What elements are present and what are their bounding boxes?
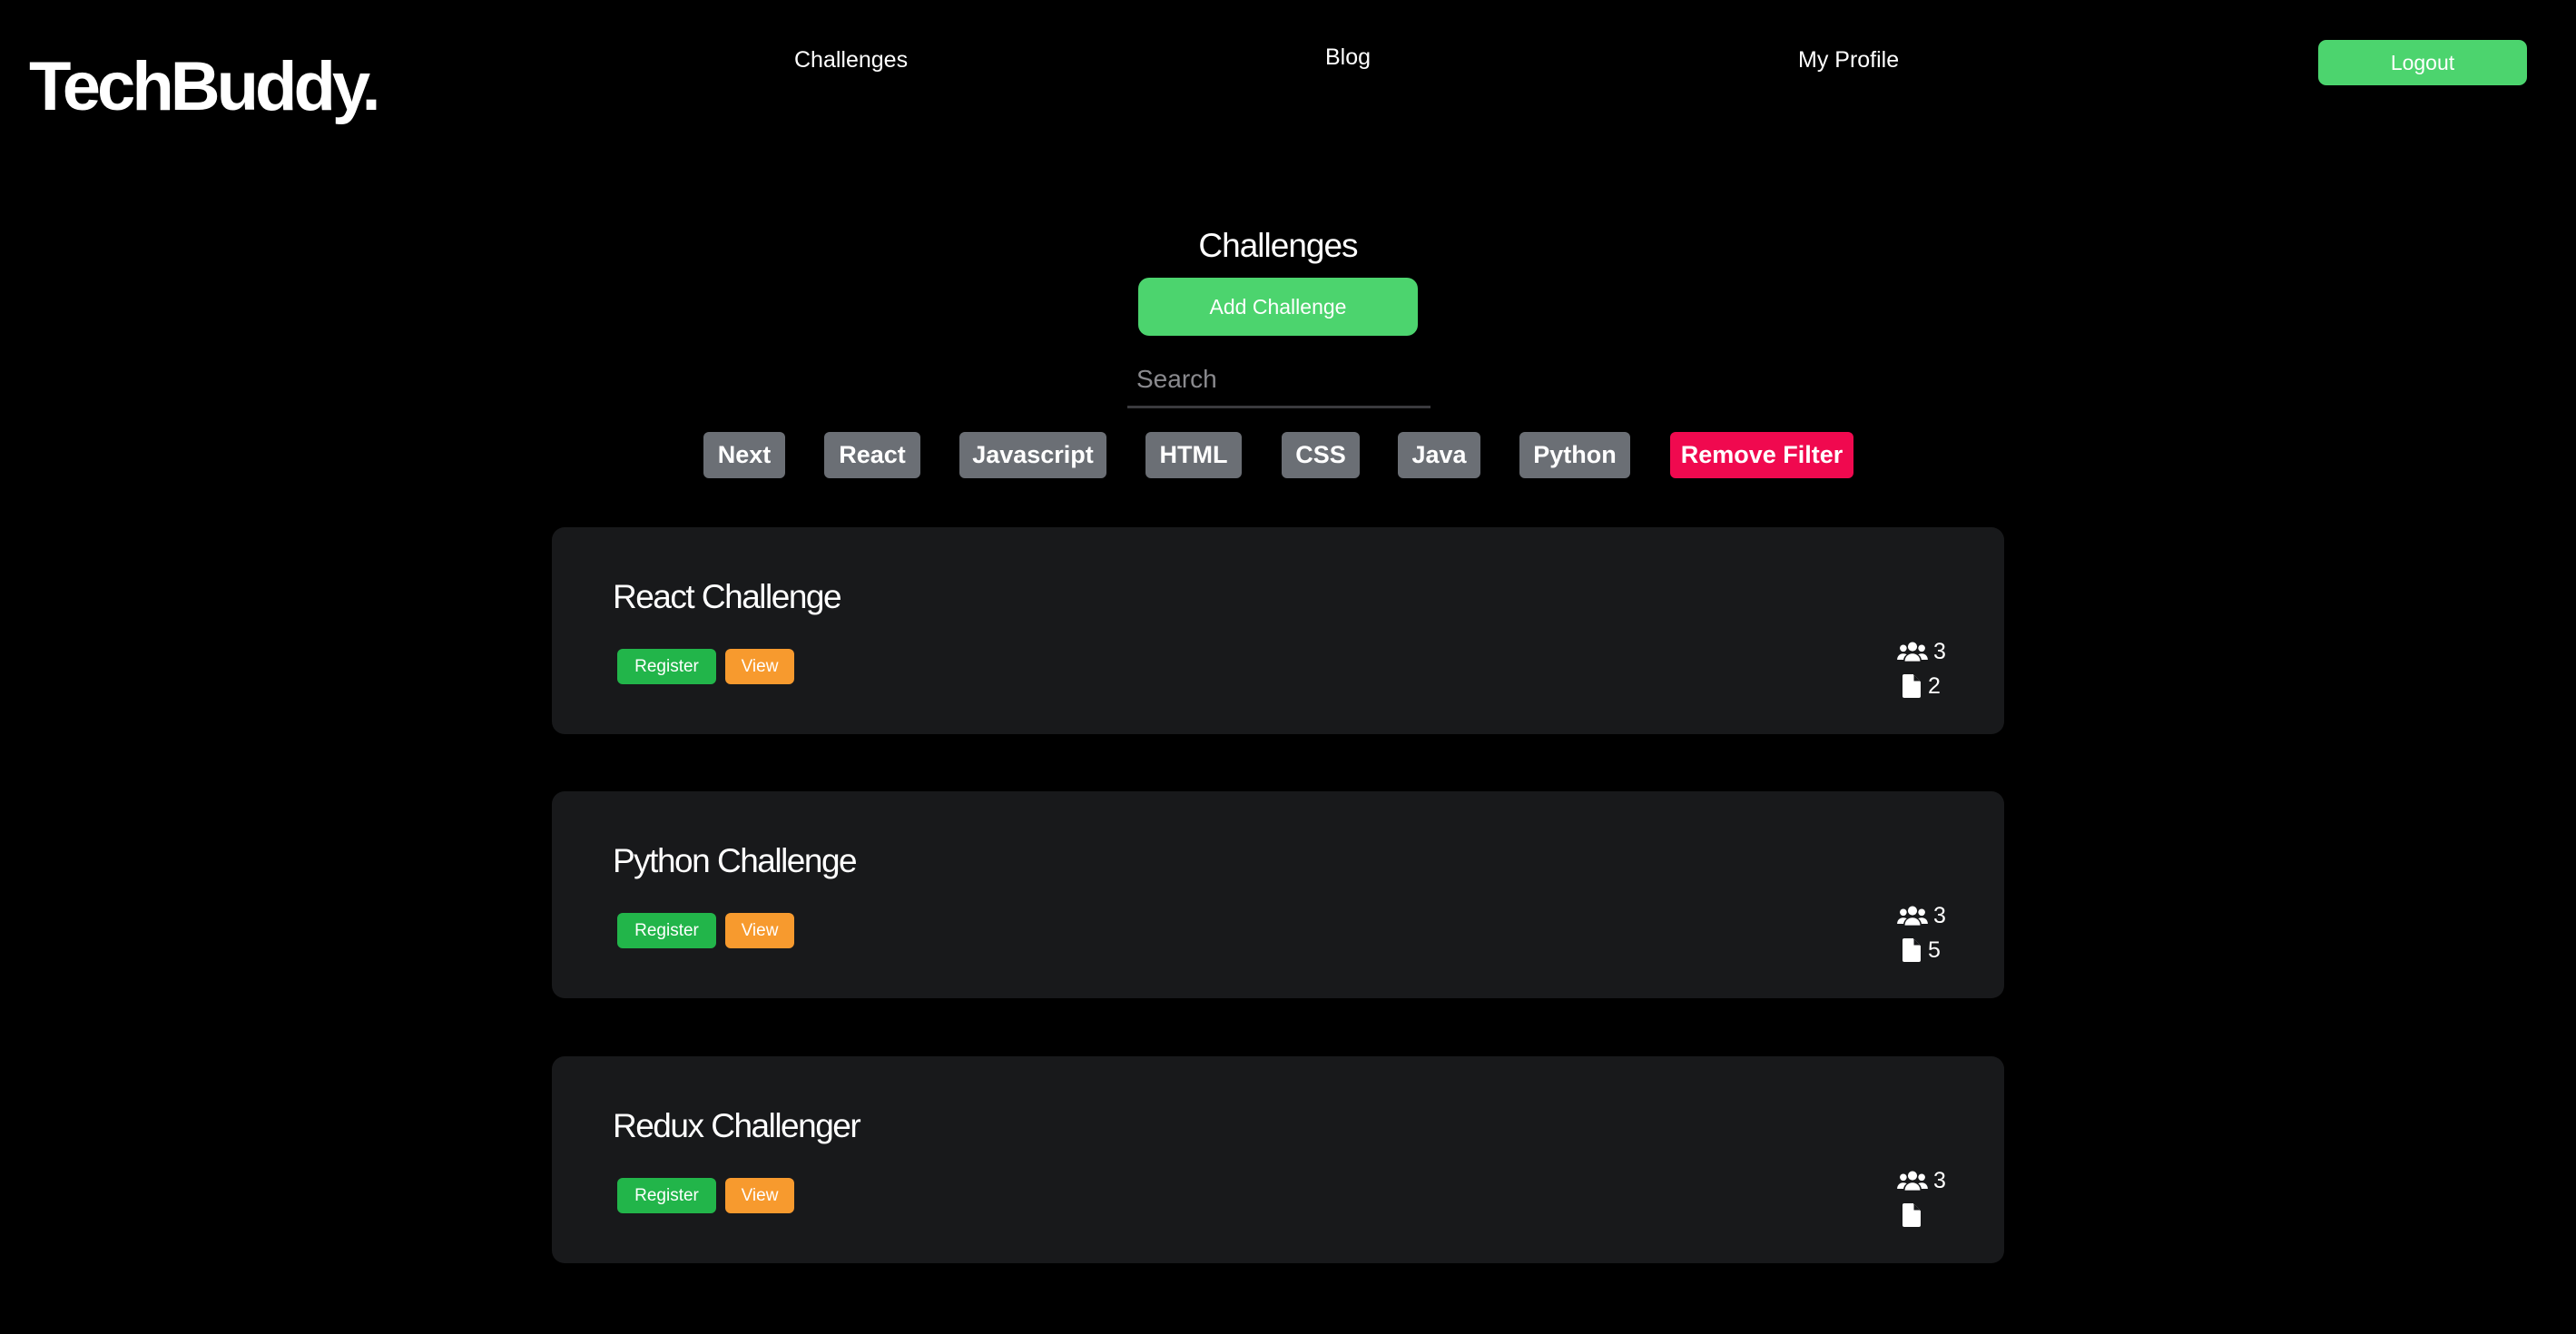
- challenge-title: React Challenge: [613, 578, 842, 615]
- files-stat: 2: [1897, 674, 1941, 698]
- search-input[interactable]: [1127, 352, 1431, 408]
- filter-chip-html[interactable]: HTML: [1145, 432, 1242, 478]
- page-title: Challenges: [1198, 227, 1358, 264]
- view-button[interactable]: View: [725, 1178, 794, 1213]
- page: TechBuddy. Challenges Blog My Profile Lo…: [0, 0, 2576, 1334]
- register-button[interactable]: Register: [617, 649, 716, 684]
- challenge-card: Redux Challenger Register View 3: [552, 1056, 2004, 1263]
- challenge-title: Python Challenge: [613, 842, 858, 879]
- members-count: 3: [1933, 1168, 1946, 1193]
- members-stat: 3: [1897, 904, 1946, 928]
- files-count: 5: [1928, 937, 1941, 963]
- nav-profile-link[interactable]: My Profile: [1798, 49, 1899, 72]
- filter-chip-next[interactable]: Next: [703, 432, 785, 478]
- files-stat: 5: [1897, 938, 1941, 962]
- brand-logo[interactable]: TechBuddy.: [29, 53, 381, 122]
- register-button[interactable]: Register: [617, 1178, 716, 1213]
- members-count: 3: [1933, 903, 1946, 928]
- users-icon: [1897, 904, 1933, 928]
- users-icon: [1897, 640, 1933, 664]
- members-stat: 3: [1897, 1169, 1946, 1193]
- remove-filter-button[interactable]: Remove Filter: [1670, 432, 1853, 478]
- users-icon: [1897, 1169, 1933, 1193]
- filter-chip-python[interactable]: Python: [1519, 432, 1630, 478]
- filter-chip-javascript[interactable]: Javascript: [959, 432, 1106, 478]
- challenge-card: React Challenge Register View 3 2: [552, 527, 2004, 734]
- members-stat: 3: [1897, 640, 1946, 664]
- file-icon: [1897, 1203, 1928, 1227]
- nav-challenges-link[interactable]: Challenges: [794, 49, 908, 72]
- files-count: 2: [1928, 672, 1941, 699]
- challenge-card: Python Challenge Register View 3 5: [552, 791, 2004, 998]
- nav-blog-link[interactable]: Blog: [1325, 46, 1371, 69]
- filter-chip-react[interactable]: React: [824, 432, 920, 478]
- register-button[interactable]: Register: [617, 913, 716, 948]
- challenge-title: Redux Challenger: [613, 1107, 861, 1144]
- logout-button[interactable]: Logout: [2318, 40, 2527, 85]
- file-icon: [1897, 938, 1928, 962]
- file-icon: [1897, 674, 1928, 698]
- filter-chip-css[interactable]: CSS: [1282, 432, 1360, 478]
- files-stat: [1897, 1203, 1928, 1227]
- view-button[interactable]: View: [725, 649, 794, 684]
- members-count: 3: [1933, 639, 1946, 664]
- filter-chip-java[interactable]: Java: [1398, 432, 1480, 478]
- view-button[interactable]: View: [725, 913, 794, 948]
- add-challenge-button[interactable]: Add Challenge: [1138, 278, 1418, 336]
